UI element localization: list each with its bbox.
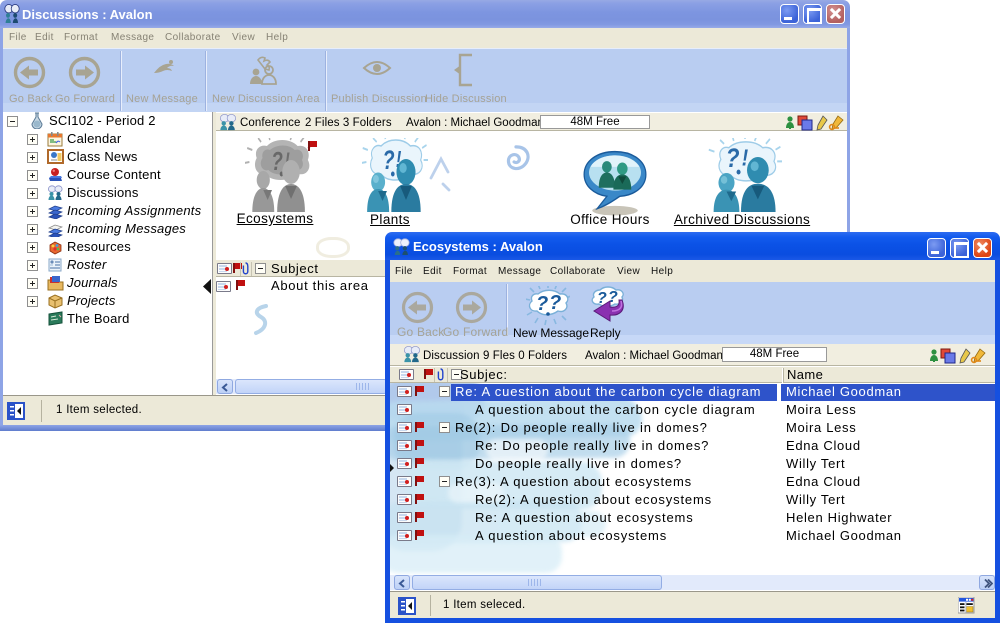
svg-text:?: ? — [726, 143, 740, 174]
svg-text:?: ? — [536, 293, 548, 315]
svg-text:?: ? — [549, 292, 561, 314]
svg-text:!: ! — [742, 145, 748, 171]
svg-text:?: ? — [383, 146, 395, 176]
svg-text:?: ? — [271, 146, 283, 176]
